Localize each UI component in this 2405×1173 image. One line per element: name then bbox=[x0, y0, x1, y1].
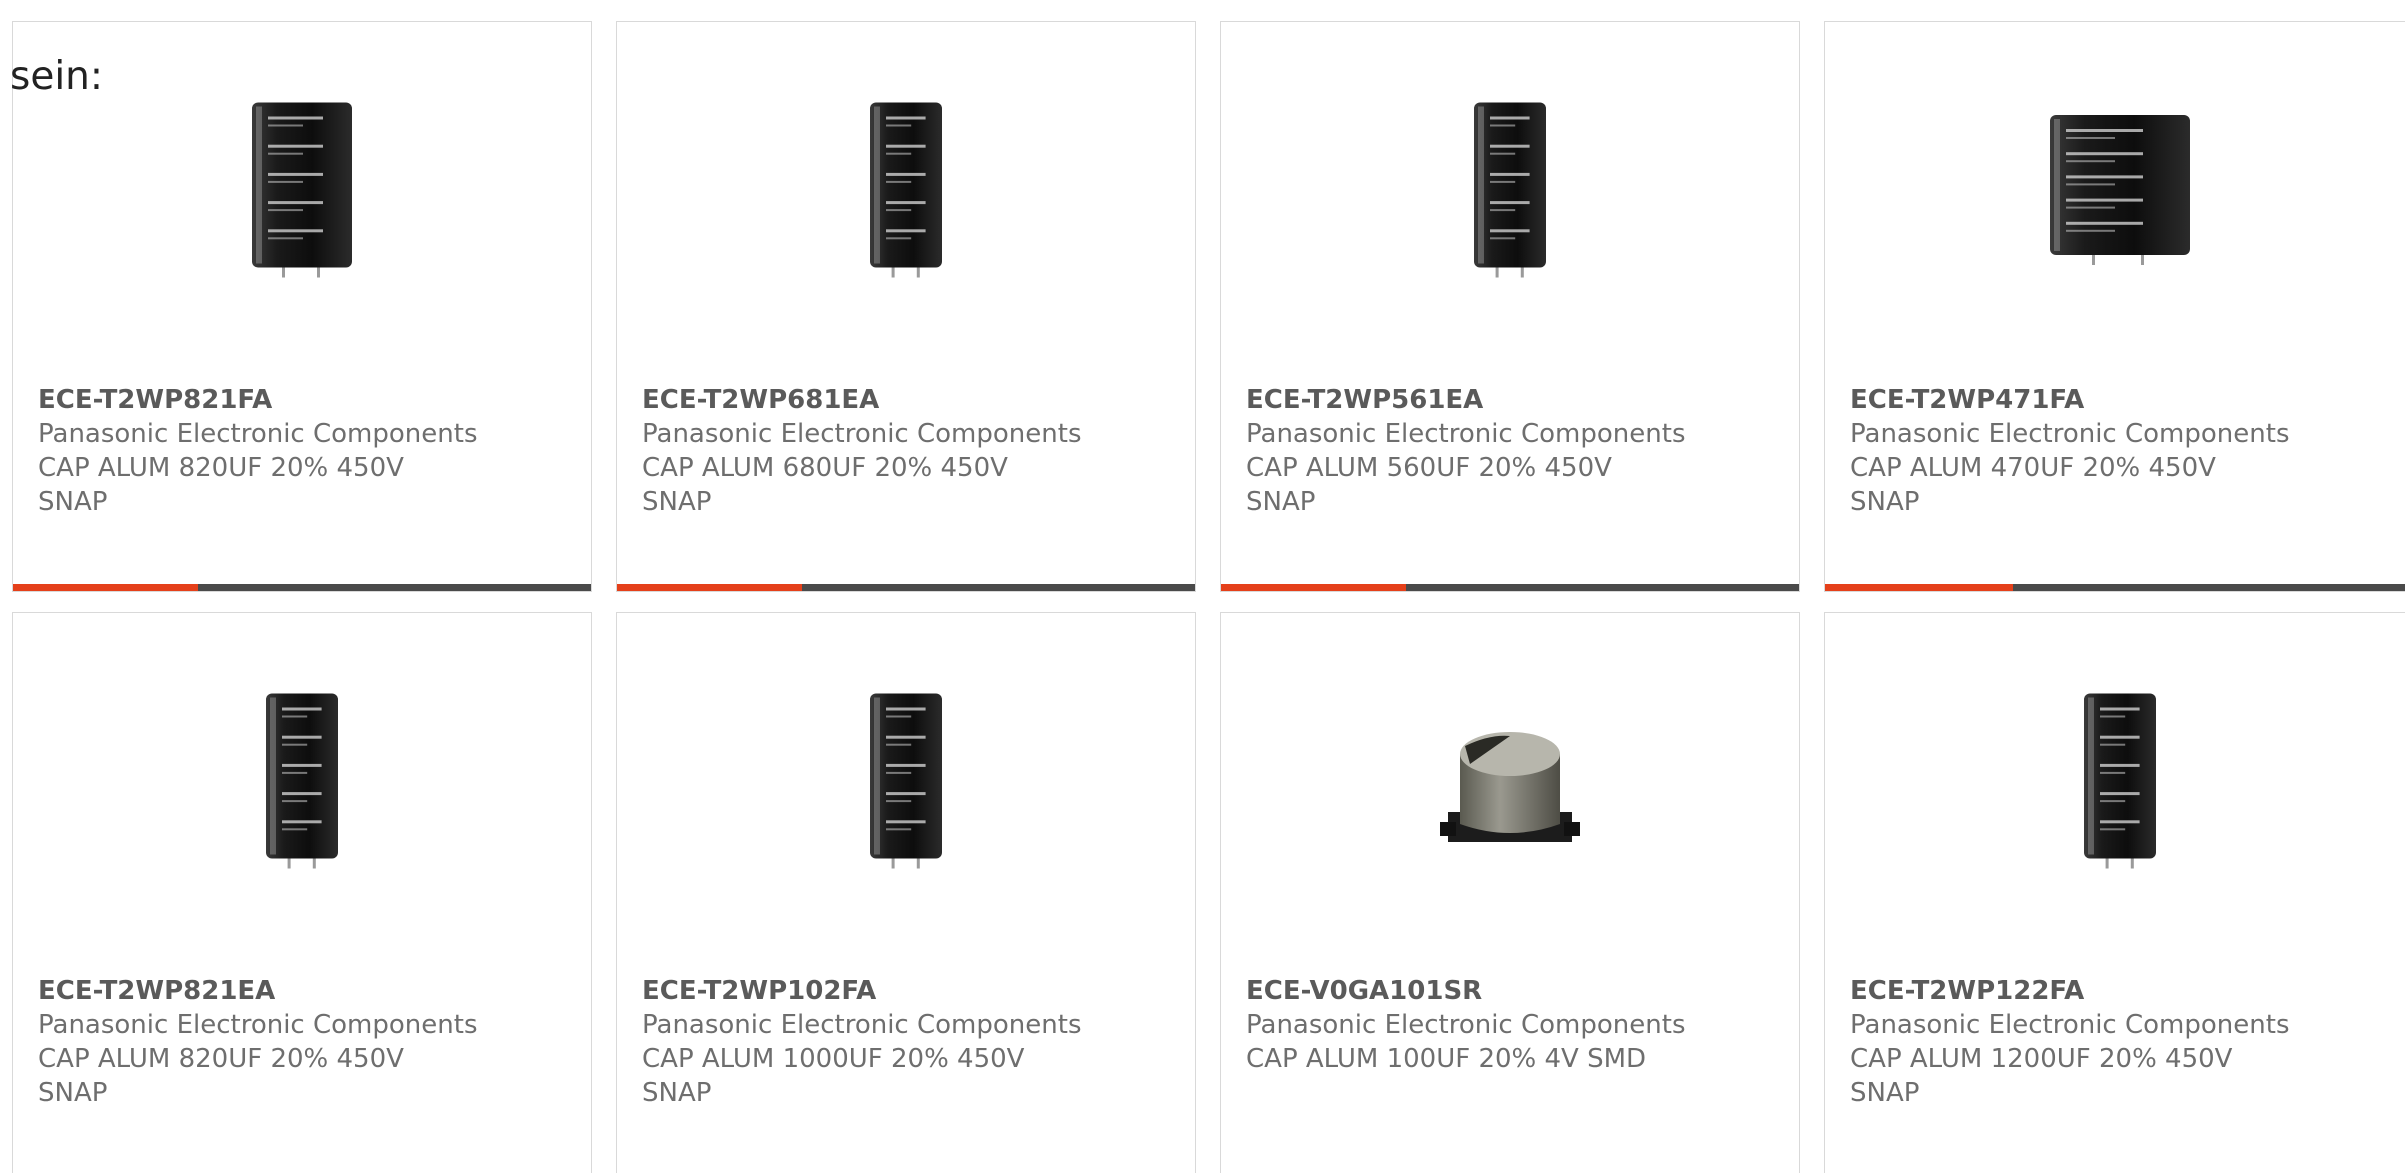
snap-in-capacitor-icon bbox=[202, 684, 402, 884]
card-progress-fill bbox=[1825, 584, 2014, 591]
product-description: CAP ALUM 820UF 20% 450V SNAP bbox=[38, 1044, 404, 1108]
part-number-link[interactable]: ECE-T2WP681EA bbox=[642, 383, 1175, 417]
product-description: CAP ALUM 1200UF 20% 450V SNAP bbox=[1850, 1044, 2233, 1108]
card-progress-fill bbox=[1221, 584, 1406, 591]
part-number-link[interactable]: ECE-V0GA101SR bbox=[1246, 974, 1779, 1008]
card-progress-fill bbox=[617, 584, 802, 591]
part-number-link[interactable]: ECE-T2WP471FA bbox=[1850, 383, 2394, 417]
snap-in-capacitor-icon bbox=[806, 93, 1006, 293]
manufacturer-label: Panasonic Electronic Components bbox=[642, 1010, 1082, 1040]
snap-in-capacitor-icon bbox=[806, 684, 1006, 884]
part-number-link[interactable]: ECE-T2WP821FA bbox=[38, 383, 571, 417]
manufacturer-label: Panasonic Electronic Components bbox=[38, 419, 478, 449]
product-description: CAP ALUM 100UF 20% 4V SMD bbox=[1246, 1044, 1647, 1074]
product-card[interactable]: ECE-T2WP821FA Panasonic Electronic Compo… bbox=[12, 21, 592, 592]
intro-text: sein: bbox=[10, 54, 104, 99]
product-grid-page: sein: ECE-T2WP821FA Panasonic Electronic… bbox=[0, 0, 2405, 1173]
manufacturer-label: Panasonic Electronic Components bbox=[1850, 1010, 2290, 1040]
product-card[interactable]: ECE-V0GA101SR Panasonic Electronic Compo… bbox=[1220, 612, 1800, 1173]
product-description: CAP ALUM 820UF 20% 450V SNAP bbox=[38, 453, 404, 517]
product-card[interactable]: ECE-T2WP471FA Panasonic Electronic Compo… bbox=[1824, 21, 2405, 592]
snap-in-capacitor-icon bbox=[2020, 93, 2220, 293]
card-progress-bar bbox=[617, 584, 1195, 591]
manufacturer-label: Panasonic Electronic Components bbox=[642, 419, 1082, 449]
snap-in-capacitor-icon bbox=[202, 93, 402, 293]
card-progress-bar bbox=[1825, 584, 2405, 591]
product-card[interactable]: ECE-T2WP122FA Panasonic Electronic Compo… bbox=[1824, 612, 2405, 1173]
product-description: CAP ALUM 560UF 20% 450V SNAP bbox=[1246, 453, 1612, 517]
card-progress-bar bbox=[13, 584, 591, 591]
product-description: CAP ALUM 680UF 20% 450V SNAP bbox=[642, 453, 1008, 517]
manufacturer-label: Panasonic Electronic Components bbox=[1246, 419, 1686, 449]
part-number-link[interactable]: ECE-T2WP102FA bbox=[642, 974, 1175, 1008]
product-card[interactable]: ECE-T2WP102FA Panasonic Electronic Compo… bbox=[616, 612, 1196, 1173]
part-number-link[interactable]: ECE-T2WP821EA bbox=[38, 974, 571, 1008]
product-card[interactable]: ECE-T2WP821EA Panasonic Electronic Compo… bbox=[12, 612, 592, 1173]
part-number-link[interactable]: ECE-T2WP561EA bbox=[1246, 383, 1779, 417]
product-description: CAP ALUM 470UF 20% 450V SNAP bbox=[1850, 453, 2216, 517]
smd-capacitor-icon bbox=[1410, 684, 1610, 884]
product-description: CAP ALUM 1000UF 20% 450V SNAP bbox=[642, 1044, 1025, 1108]
snap-in-capacitor-icon bbox=[2020, 684, 2220, 884]
card-progress-bar bbox=[1221, 584, 1799, 591]
snap-in-capacitor-icon bbox=[1410, 93, 1610, 293]
manufacturer-label: Panasonic Electronic Components bbox=[38, 1010, 478, 1040]
card-progress-fill bbox=[13, 584, 198, 591]
product-card[interactable]: ECE-T2WP561EA Panasonic Electronic Compo… bbox=[1220, 21, 1800, 592]
manufacturer-label: Panasonic Electronic Components bbox=[1850, 419, 2290, 449]
part-number-link[interactable]: ECE-T2WP122FA bbox=[1850, 974, 2394, 1008]
manufacturer-label: Panasonic Electronic Components bbox=[1246, 1010, 1686, 1040]
product-card[interactable]: ECE-T2WP681EA Panasonic Electronic Compo… bbox=[616, 21, 1196, 592]
